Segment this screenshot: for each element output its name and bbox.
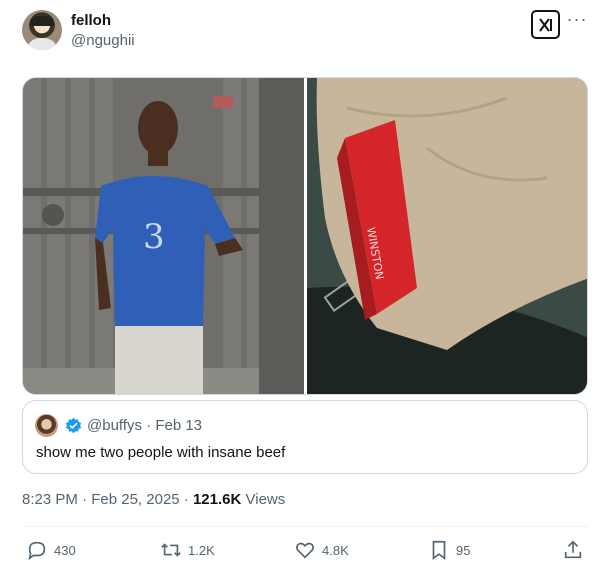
verified-icon (65, 417, 82, 434)
repost-count: 1.2K (188, 542, 215, 558)
photo-man-in-jersey[interactable]: 3 (23, 78, 304, 394)
tweet-media[interactable]: 3 WINSTON (22, 77, 588, 395)
more-icon[interactable]: ··· (566, 8, 588, 30)
quoted-text: show me two people with insane beef (36, 444, 286, 461)
repost-button[interactable]: 1.2K (160, 539, 215, 561)
share-icon (564, 540, 582, 559)
reply-icon (28, 541, 46, 561)
like-count: 4.8K (322, 542, 349, 558)
repost-icon (161, 543, 181, 557)
bookmark-button[interactable]: 95 (428, 539, 470, 561)
grok-icon[interactable] (531, 10, 560, 39)
share-button[interactable] (562, 539, 584, 561)
views-label: Views (245, 491, 286, 508)
author-avatar[interactable] (22, 10, 62, 50)
meta-separator-1: · (82, 491, 88, 508)
tweet-date[interactable]: Feb 25, 2025 (91, 491, 179, 508)
like-icon (296, 542, 314, 559)
views-count: 121.6K (192, 491, 242, 508)
author-handle[interactable]: @ngughii (71, 32, 135, 49)
reply-count: 430 (54, 542, 76, 558)
tweet-meta: 8:23 PM · Feb 25, 2025 · 121.6K Views (22, 491, 285, 508)
meta-separator-2: · (183, 491, 189, 508)
reply-button[interactable]: 430 (26, 539, 76, 561)
quoted-tweet[interactable]: @buffys · Feb 13 show me two people with… (22, 400, 588, 474)
author-display-name[interactable]: felloh (71, 12, 111, 29)
quoted-separator: · (146, 417, 152, 434)
tweet-card: felloh @ngughii ··· 3 WINSTON @buffys · … (0, 0, 605, 568)
like-button[interactable]: 4.8K (294, 539, 349, 561)
quoted-date: Feb 13 (155, 417, 203, 434)
quoted-meta: @buffys · Feb 13 (87, 417, 202, 434)
divider (22, 526, 588, 527)
svg-text:3: 3 (143, 217, 165, 257)
quoted-author-avatar (35, 414, 58, 437)
bookmark-count: 95 (456, 542, 471, 558)
quoted-handle: @buffys (87, 417, 142, 434)
bookmark-icon (432, 540, 446, 560)
photo-paper-bag[interactable]: WINSTON (307, 78, 587, 394)
tweet-time[interactable]: 8:23 PM (22, 491, 78, 508)
